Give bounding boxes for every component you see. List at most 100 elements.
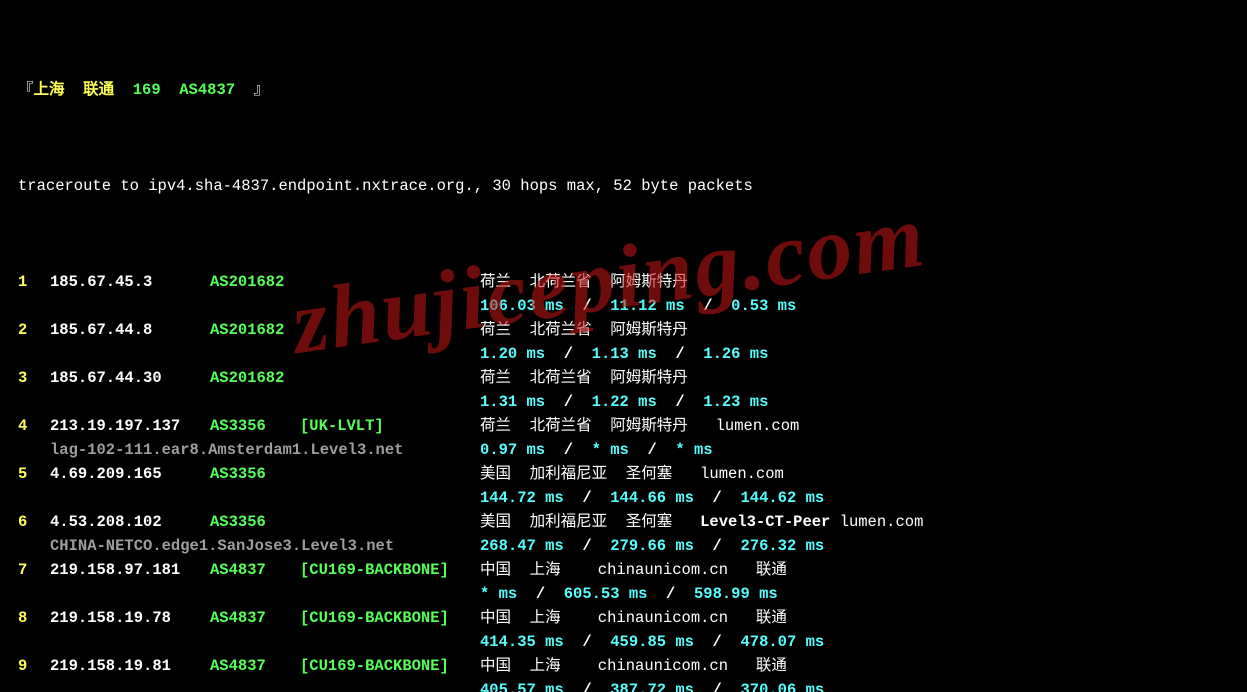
hop-location: 中国 上海 chinaunicom.cn 联通 xyxy=(480,606,787,630)
hop-number: 9 xyxy=(18,654,50,678)
hop-detail-row: CHINA-NETCO.edge1.SanJose3.Level3.net268… xyxy=(18,534,1237,558)
latency-sep: / xyxy=(564,681,611,692)
hop-ip: 4.69.209.165 xyxy=(50,462,210,486)
latency-value: 459.85 ms xyxy=(610,633,694,651)
latency-sep: / xyxy=(564,537,611,555)
hop-as-tag: [CU169-BACKBONE] xyxy=(300,654,480,678)
hop-detail-row: 1.31 ms / 1.22 ms / 1.23 ms xyxy=(18,390,1237,414)
latency-sep: / xyxy=(564,633,611,651)
hop-asn: AS3356 xyxy=(210,462,300,486)
hop-number: 5 xyxy=(18,462,50,486)
hop-row: 54.69.209.165AS3356 美国 加利福尼亚 圣何塞 lumen.co… xyxy=(18,462,1237,486)
hop-detail-row: 1.20 ms / 1.13 ms / 1.26 ms xyxy=(18,342,1237,366)
hop-number: 3 xyxy=(18,366,50,390)
hop-asn: AS4837 xyxy=(210,606,300,630)
hop-location: 美国 加利福尼亚 圣何塞 lumen.com xyxy=(480,462,784,486)
hop-latency: 268.47 ms / 279.66 ms / 276.32 ms xyxy=(480,537,824,555)
latency-value: 144.66 ms xyxy=(610,489,694,507)
hop-row: 64.53.208.102AS3356美国 加利福尼亚 圣何塞 Level3-C… xyxy=(18,510,1237,534)
hop-detail-row: lag-102-111.ear8.Amsterdam1.Level3.net0.… xyxy=(18,438,1237,462)
hop-row: 4213.19.197.137AS3356[UK-LVLT]荷兰 北荷兰省 阿姆… xyxy=(18,414,1237,438)
route-prefix: 上海 联通 xyxy=(34,81,133,99)
hop-number: 8 xyxy=(18,606,50,630)
hop-asn: AS3356 xyxy=(210,510,300,534)
hop-asn: AS201682 xyxy=(210,270,300,294)
hop-latency: * ms / 605.53 ms / 598.99 ms xyxy=(480,582,778,606)
latency-sep: / xyxy=(647,585,694,603)
latency-value: 279.66 ms xyxy=(610,537,694,555)
latency-sep: / xyxy=(564,489,611,507)
hop-ip: 185.67.44.8 xyxy=(50,318,210,342)
hop-as-tag: [CU169-BACKBONE] xyxy=(300,606,480,630)
hop-row: 7219.158.97.181AS4837[CU169-BACKBONE]中国 … xyxy=(18,558,1237,582)
hop-number: 4 xyxy=(18,414,50,438)
hop-location: 荷兰 北荷兰省 阿姆斯特丹 xyxy=(480,318,688,342)
latency-value: 370.06 ms xyxy=(740,681,824,692)
latency-value: 0.97 ms xyxy=(480,441,545,459)
hop-row: 1185.67.45.3AS201682荷兰 北荷兰省 阿姆斯特丹 xyxy=(18,270,1237,294)
latency-value: 106.03 ms xyxy=(480,297,564,315)
latency-value: 11.12 ms xyxy=(610,297,684,315)
latency-value: 405.57 ms xyxy=(480,681,564,692)
hop-row: 9219.158.19.81AS4837[CU169-BACKBONE]中国 上… xyxy=(18,654,1237,678)
hop-ip: 219.158.19.81 xyxy=(50,654,210,678)
latency-sep: / xyxy=(517,585,564,603)
latency-value: 276.32 ms xyxy=(740,537,824,555)
latency-value: 144.72 ms xyxy=(480,489,564,507)
latency-value: 598.99 ms xyxy=(694,585,778,603)
hop-number: 7 xyxy=(18,558,50,582)
latency-value: 478.07 ms xyxy=(740,633,824,651)
traceroute-command: traceroute to ipv4.sha-4837.endpoint.nxt… xyxy=(18,174,1237,198)
latency-value: 1.31 ms xyxy=(480,393,545,411)
hop-location: 中国 上海 chinaunicom.cn 联通 xyxy=(480,654,787,678)
hop-latency: 1.20 ms / 1.13 ms / 1.26 ms xyxy=(480,342,768,366)
hop-latency: 0.97 ms / * ms / * ms xyxy=(480,441,713,459)
latency-sep: / xyxy=(545,441,592,459)
hop-location: 荷兰 北荷兰省 阿姆斯特丹 xyxy=(480,366,688,390)
hop-asn: AS201682 xyxy=(210,366,300,390)
hop-hostname: lag-102-111.ear8.Amsterdam1.Level3.net xyxy=(18,438,480,462)
hop-detail-row: 405.57 ms / 387.72 ms / 370.06 ms xyxy=(18,678,1237,692)
hop-latency: 405.57 ms / 387.72 ms / 370.06 ms xyxy=(480,678,824,692)
hop-location: 美国 加利福尼亚 圣何塞 Level3-CT-Peer lumen.com xyxy=(480,510,923,534)
latency-sep: / xyxy=(545,345,592,363)
hop-location: 荷兰 北荷兰省 阿姆斯特丹 lumen.com xyxy=(480,414,799,438)
latency-sep: / xyxy=(694,633,741,651)
latency-sep: / xyxy=(685,297,732,315)
hop-latency: 106.03 ms / 11.12 ms / 0.53 ms xyxy=(480,294,796,318)
latency-sep: / xyxy=(694,489,741,507)
hop-number: 6 xyxy=(18,510,50,534)
hop-row: 8219.158.19.78AS4837[CU169-BACKBONE]中国 上… xyxy=(18,606,1237,630)
hop-asn: AS201682 xyxy=(210,318,300,342)
latency-value: 144.62 ms xyxy=(740,489,824,507)
hop-number: 2 xyxy=(18,318,50,342)
bracket-close: 』 xyxy=(254,81,270,99)
hop-row: 3185.67.44.30AS201682 荷兰 北荷兰省 阿姆斯特丹 xyxy=(18,366,1237,390)
bracket-open: 『 xyxy=(18,81,34,99)
hop-ip: 185.67.45.3 xyxy=(50,270,210,294)
latency-value: 0.53 ms xyxy=(731,297,796,315)
hop-ip: 185.67.44.30 xyxy=(50,366,210,390)
hop-asn: AS3356 xyxy=(210,414,300,438)
latency-sep: / xyxy=(629,441,676,459)
hop-detail-row: 106.03 ms / 11.12 ms / 0.53 ms xyxy=(18,294,1237,318)
latency-value: 1.23 ms xyxy=(703,393,768,411)
hop-detail-row: * ms / 605.53 ms / 598.99 ms xyxy=(18,582,1237,606)
latency-sep: / xyxy=(657,345,704,363)
latency-sep: / xyxy=(694,537,741,555)
hop-asn: AS4837 xyxy=(210,654,300,678)
hop-ip: 213.19.197.137 xyxy=(50,414,210,438)
hop-detail-row: 414.35 ms / 459.85 ms / 478.07 ms xyxy=(18,630,1237,654)
hop-row: 2185.67.44.8AS201682 荷兰 北荷兰省 阿姆斯特丹 xyxy=(18,318,1237,342)
route-header: 『上海 联通 169 AS4837 』 xyxy=(18,78,1237,102)
hop-ip: 219.158.97.181 xyxy=(50,558,210,582)
hop-latency: 144.72 ms / 144.66 ms / 144.62 ms xyxy=(480,486,824,510)
hop-ip: 219.158.19.78 xyxy=(50,606,210,630)
latency-value: 1.26 ms xyxy=(703,345,768,363)
hop-list: 1185.67.45.3AS201682荷兰 北荷兰省 阿姆斯特丹106.03 … xyxy=(18,270,1237,692)
hop-hostname: CHINA-NETCO.edge1.SanJose3.Level3.net xyxy=(18,534,480,558)
terminal-output: 『上海 联通 169 AS4837 』 traceroute to ipv4.s… xyxy=(0,0,1247,692)
latency-value: * ms xyxy=(592,441,629,459)
latency-value: 387.72 ms xyxy=(610,681,694,692)
latency-value: 1.13 ms xyxy=(592,345,657,363)
